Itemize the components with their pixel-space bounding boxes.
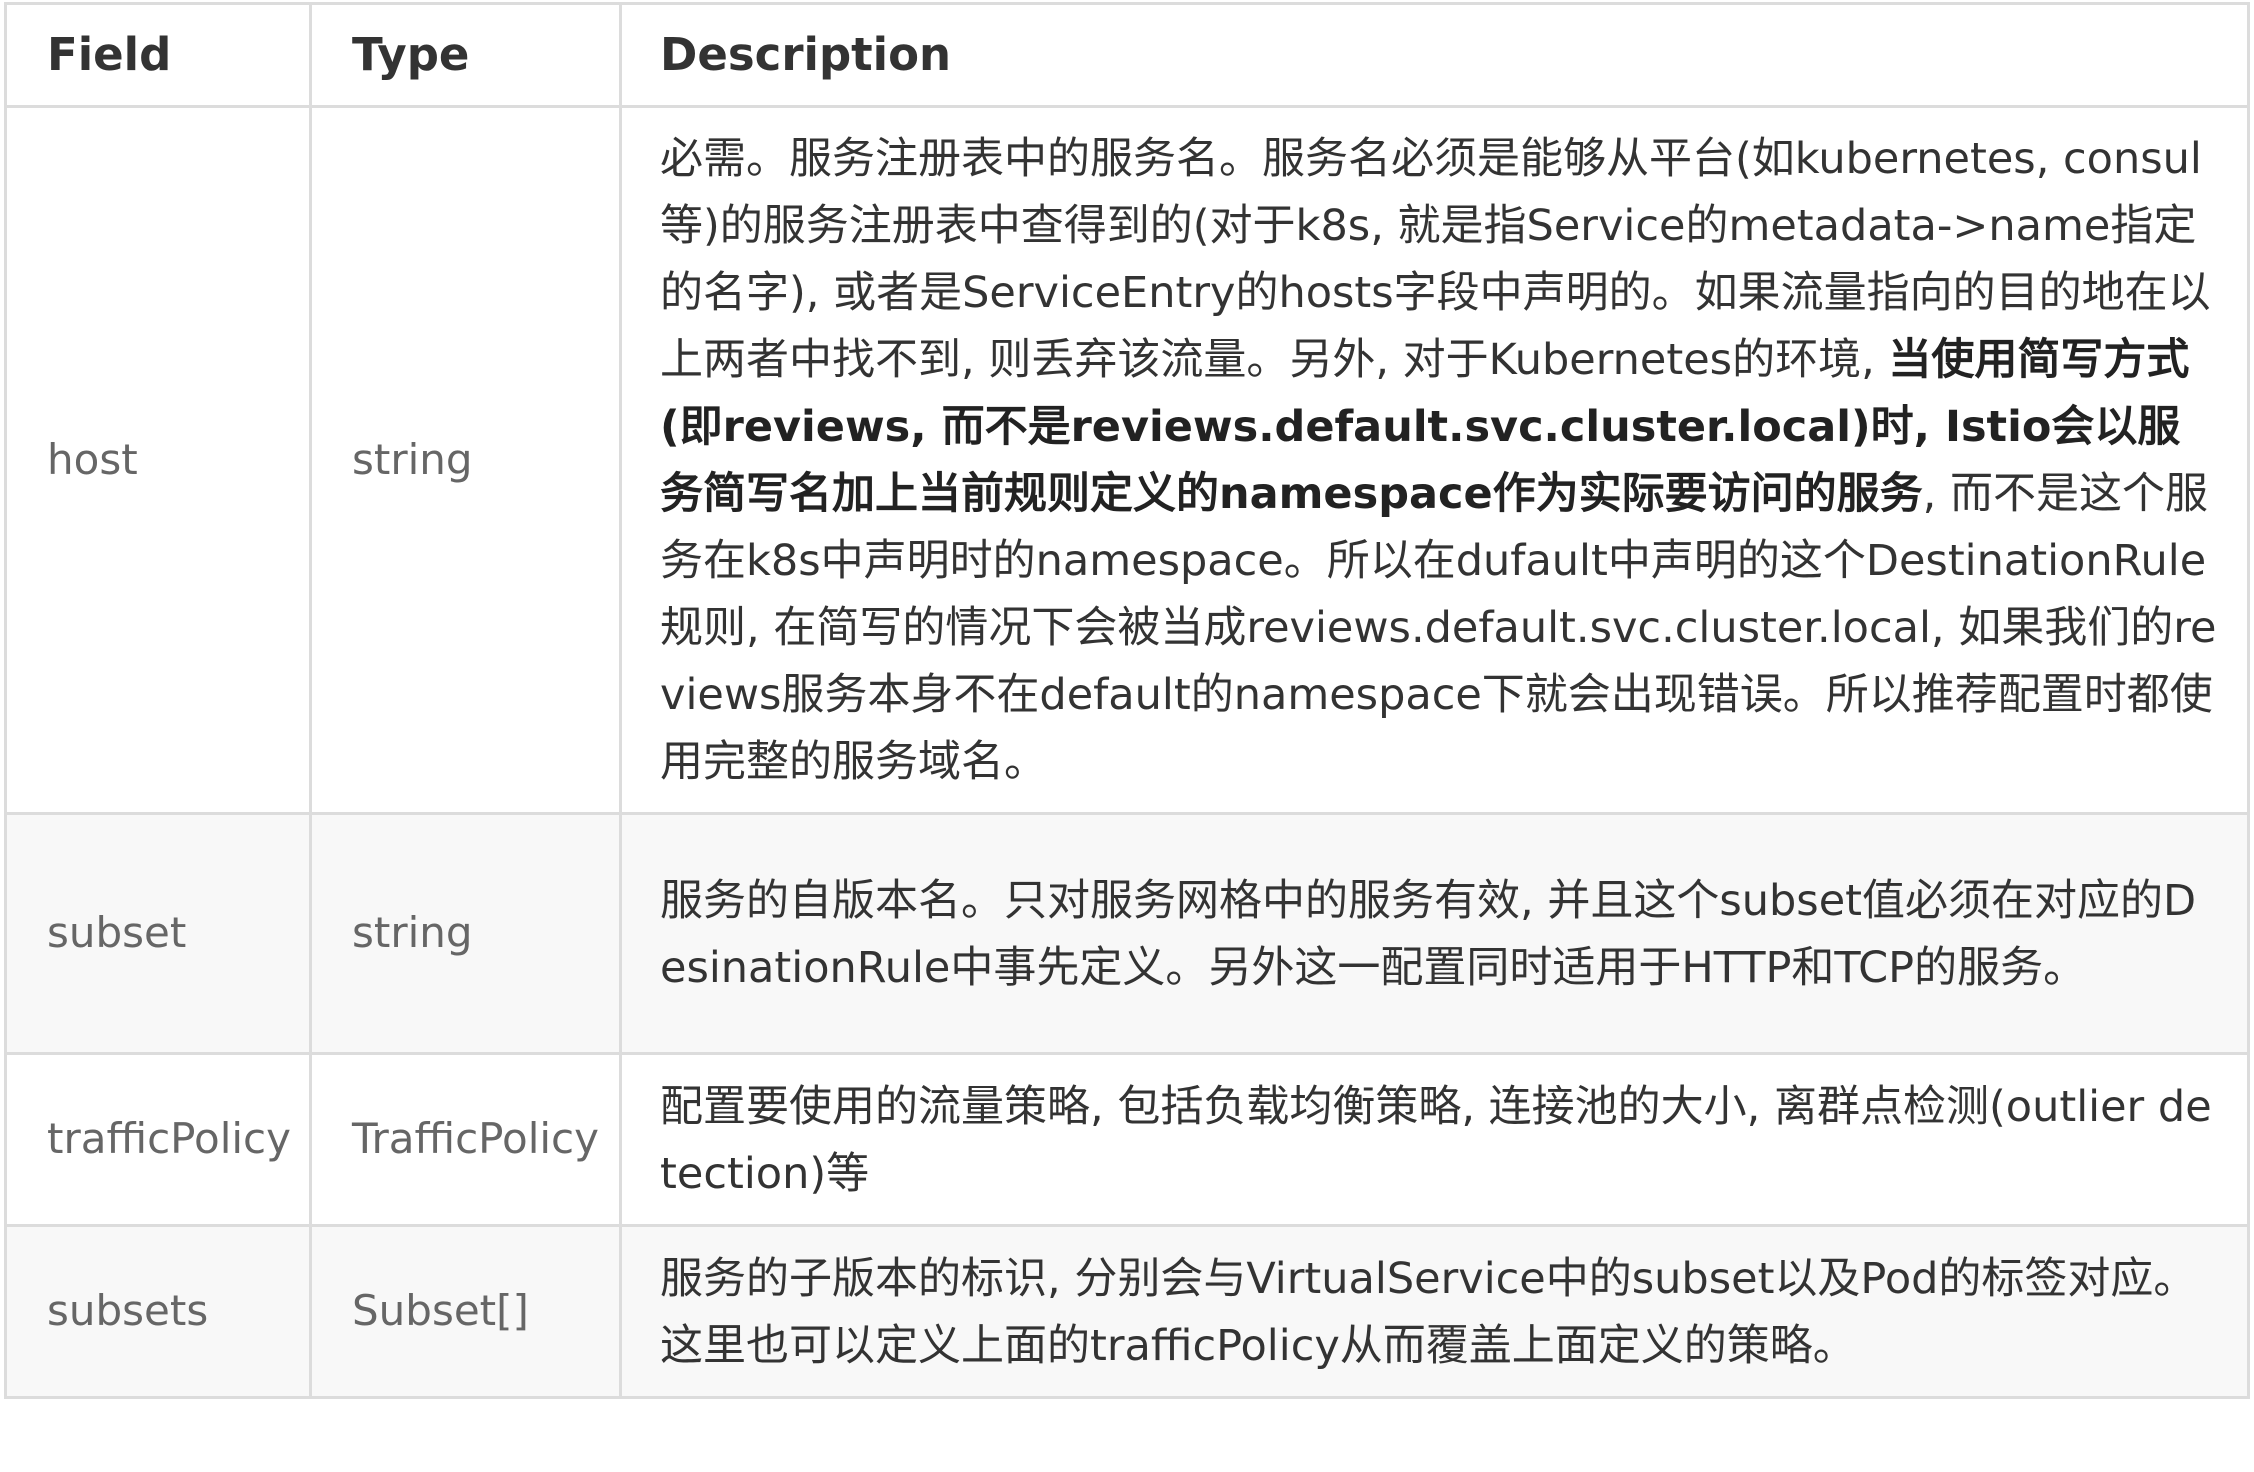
field-cell: host <box>4 105 312 815</box>
field-reference-table: Field Type Description host string 必需。服务… <box>4 2 2250 1399</box>
type-cell: string <box>309 105 622 815</box>
table-row-subset: subset string 服务的自版本名。只对服务网格中的服务有效, 并且这个… <box>4 812 2250 1055</box>
description-cell: 服务的自版本名。只对服务网格中的服务有效, 并且这个subset值必须在对应的D… <box>619 812 2250 1055</box>
header-description: Description <box>619 2 2250 108</box>
description-text: 服务的自版本名。只对服务网格中的服务有效, 并且这个subset值必须在对应的D… <box>660 875 2197 993</box>
description-text: 服务的子版本的标识, 分别会与VirtualService中的subset以及P… <box>660 1253 2197 1371</box>
header-row: Field Type Description <box>4 2 2250 108</box>
table-row-trafficpolicy: trafficPolicy TrafficPolicy 配置要使用的流量策略, … <box>4 1052 2250 1227</box>
description-cell: 配置要使用的流量策略, 包括负载均衡策略, 连接池的大小, 离群点检测(outl… <box>619 1052 2250 1227</box>
field-cell: trafficPolicy <box>4 1052 312 1227</box>
type-cell: TrafficPolicy <box>309 1052 622 1227</box>
description-cell: 服务的子版本的标识, 分别会与VirtualService中的subset以及P… <box>619 1224 2250 1399</box>
table-row-subsets: subsets Subset[] 服务的子版本的标识, 分别会与VirtualS… <box>4 1224 2250 1399</box>
header-field: Field <box>4 2 312 108</box>
field-cell: subset <box>4 812 312 1055</box>
table-header: Field Type Description <box>4 2 2250 108</box>
type-cell: string <box>309 812 622 1055</box>
table-body: host string 必需。服务注册表中的服务名。服务名必须是能够从平台(如k… <box>4 105 2250 1399</box>
field-cell: subsets <box>4 1224 312 1399</box>
type-cell: Subset[] <box>309 1224 622 1399</box>
header-type: Type <box>309 2 622 108</box>
table-row-host: host string 必需。服务注册表中的服务名。服务名必须是能够从平台(如k… <box>4 105 2250 815</box>
description-cell: 必需。服务注册表中的服务名。服务名必须是能够从平台(如kubernetes, c… <box>619 105 2250 815</box>
description-text: 配置要使用的流量策略, 包括负载均衡策略, 连接池的大小, 离群点检测(outl… <box>660 1081 2212 1199</box>
